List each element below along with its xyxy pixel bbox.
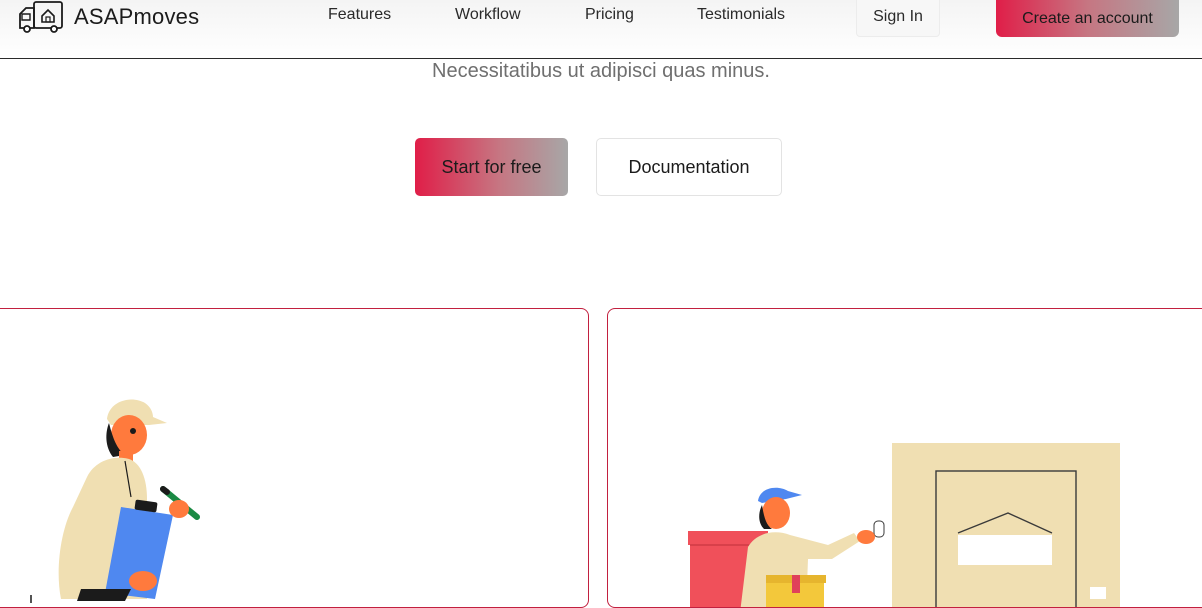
nav-workflow[interactable]: Workflow: [455, 6, 521, 24]
feature-card-left: [0, 308, 589, 608]
courier-at-door-illustration: [688, 443, 1120, 607]
brand-logo[interactable]: ASAPmoves: [18, 0, 199, 34]
nav-testimonials[interactable]: Testimonials: [697, 6, 785, 24]
create-account-button[interactable]: Create an account: [996, 0, 1179, 37]
moving-truck-icon: [19, 1, 63, 33]
nav-pricing[interactable]: Pricing: [585, 6, 634, 24]
mover-with-clipboard-illustration: [30, 399, 200, 603]
top-navbar: ASAPmoves Features Workflow Pricing Test…: [0, 0, 1202, 59]
documentation-button[interactable]: Documentation: [596, 138, 782, 196]
brand-name: ASAPmoves: [74, 4, 200, 29]
feature-card-right: [607, 308, 1202, 608]
nav-features[interactable]: Features: [328, 6, 391, 24]
sign-in-button[interactable]: Sign In: [856, 0, 940, 37]
start-for-free-button[interactable]: Start for free: [415, 138, 568, 196]
hero-subtitle: Necessitatibus ut adipisci quas minus.: [432, 60, 770, 82]
